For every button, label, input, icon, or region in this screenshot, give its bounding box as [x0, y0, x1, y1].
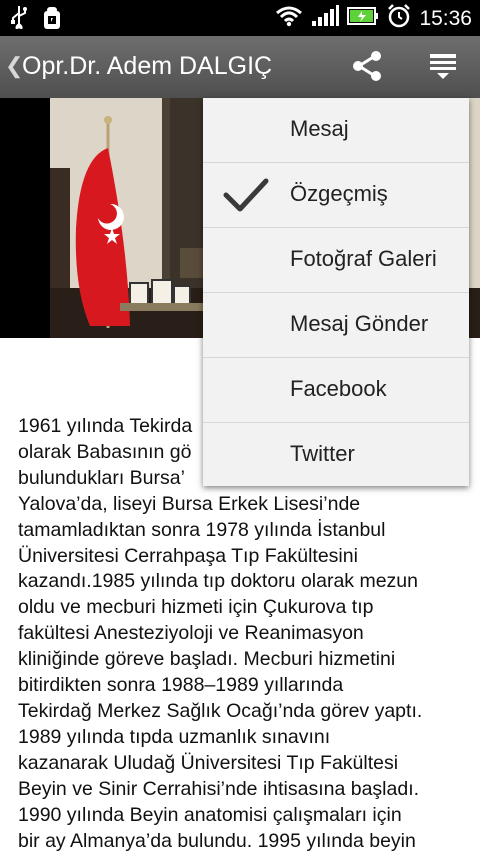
menu-item[interactable]: Özgeçmiş — [203, 163, 469, 228]
page-title[interactable]: Opr.Dr. Adem DALGIÇ — [22, 52, 272, 81]
menu-item[interactable]: Fotoğraf Galeri — [203, 228, 469, 293]
bio-line: Beyin ve Sinir Cerrahisi’nde ihtisasına … — [18, 777, 420, 800]
menu-item-label: Fotoğraf Galeri — [290, 246, 437, 271]
menu-item-label: Mesaj — [290, 116, 349, 141]
menu-item[interactable]: Mesaj Gönder — [203, 293, 469, 358]
battery-icon — [347, 6, 379, 32]
clock-time: 15:36 — [419, 7, 472, 30]
bio-line: oldu ve mecburi hizmeti için Çukurova tı… — [18, 596, 374, 619]
bio-line: bir ay Almanya’da bulundu. 1995 yılında … — [18, 829, 416, 852]
usb-icon — [10, 5, 28, 36]
menu-item-label: Facebook — [290, 376, 387, 401]
menu-icon[interactable] — [428, 52, 458, 85]
bio-line: bulundukları Bursa’ — [18, 466, 185, 489]
menu-item[interactable]: Mesaj — [203, 98, 469, 163]
bio-line: bitirdikten sonra 1988–1989 yıllarında — [18, 674, 344, 697]
bio-line: tamamladıktan sonra 1978 yılında İstanbu… — [18, 518, 386, 541]
menu-item-label: Twitter — [290, 441, 355, 466]
overflow-menu: Mesaj Özgeçmiş Fotoğraf Galeri Mesaj Gönder… — [203, 98, 469, 486]
signal-icon — [311, 5, 340, 33]
alarm-icon — [387, 4, 411, 34]
status-bar: 15:36 — [0, 0, 480, 36]
bio-line: olarak Babasının gö — [18, 440, 192, 463]
action-bar: ❮ Opr.Dr. Adem DALGIÇ — [0, 36, 480, 98]
wifi-icon — [275, 5, 303, 33]
bio-line: Tekirdağ Merkez Sağlık Ocağı’nda görev y… — [18, 699, 423, 722]
menu-item-label: Mesaj Gönder — [290, 311, 429, 336]
bio-line: 1989 yılında tıpda uzmanlık sınavını — [18, 725, 331, 748]
bio-line: kliniğinde göreve başladı. Mecburi hizme… — [18, 648, 396, 671]
menu-item[interactable]: Twitter — [203, 423, 469, 487]
share-icon[interactable] — [350, 50, 384, 87]
bio-line: kazandı.1985 yılında tıp doktoru olarak … — [18, 570, 418, 593]
bio-line: fakültesi Anesteziyoloji ve Reanimasyon — [18, 622, 364, 645]
back-chevron-icon[interactable]: ❮ — [5, 53, 23, 79]
menu-item[interactable]: Facebook — [203, 358, 469, 423]
bio-line: kazanarak Uludağ Üniversitesi Tıp Fakült… — [18, 751, 399, 774]
bio-line: 1990 yılında Beyin anatomisi çalışmaları… — [18, 803, 402, 826]
checkmark-icon — [223, 177, 269, 218]
bio-line: 1961 yılında Tekirda — [18, 415, 193, 437]
menu-item-label: Özgeçmiş — [290, 181, 388, 206]
bio-line: Yalova’da, liseyi Bursa Erkek Lisesi’nde — [18, 492, 361, 515]
bio-line: Üniversitesi Cerrahpaşa Tıp Fakültesini — [18, 544, 358, 567]
debug-icon — [40, 5, 64, 36]
